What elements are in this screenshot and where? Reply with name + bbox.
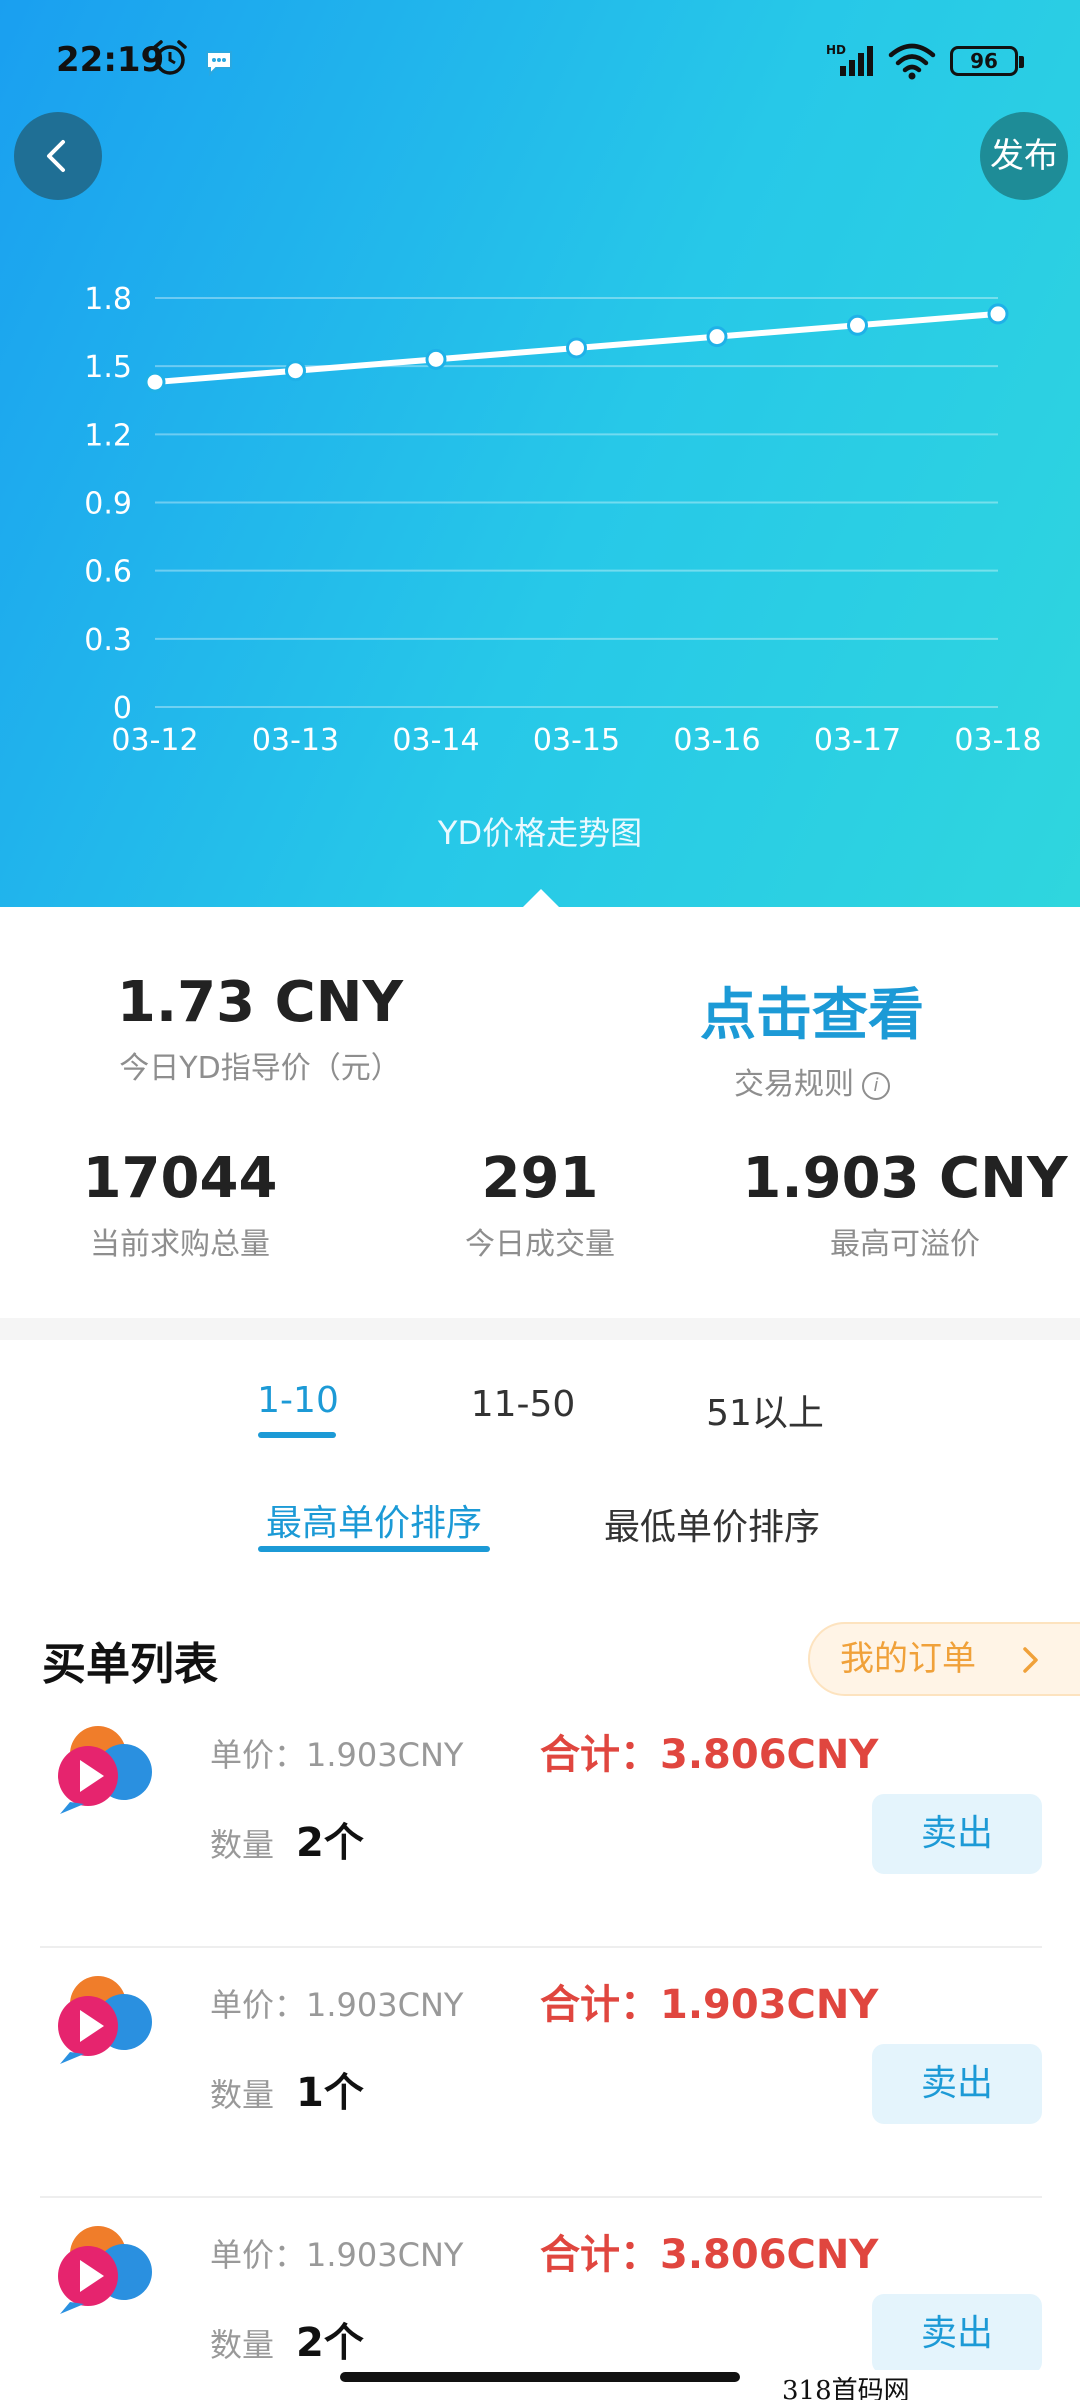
x-tick-label: 03-18: [954, 723, 1041, 758]
network-type-label: HD: [826, 43, 846, 57]
tab-sort-highest-price[interactable]: 最高单价排序: [254, 1494, 494, 1546]
home-indicator[interactable]: [340, 2372, 740, 2382]
order-total: 合计：1.903CNY: [540, 1982, 879, 2028]
y-tick-label: 1.8: [84, 282, 132, 317]
order-qty: 2个: [296, 1820, 364, 1866]
order-qty-label: 数量: [210, 2326, 275, 2364]
volume-label: 今日成交量: [465, 1227, 615, 1262]
alarm-icon: [153, 40, 187, 75]
demand-value: 17044: [82, 1146, 278, 1211]
order-qty: 2个: [296, 2320, 364, 2366]
chevron-left-icon: [47, 140, 65, 172]
buy-orders-title: 买单列表: [42, 1639, 218, 1690]
price-point: [706, 326, 728, 348]
price-point: [987, 303, 1009, 325]
price-trend-chart: 0 0.3 0.6 0.9 1.2 1.5 1.8 03-12 03-13 03-14 03-15…: [84, 282, 1041, 758]
order-total: 合计：3.806CNY: [540, 1732, 879, 1778]
price-point: [285, 360, 306, 382]
battery-indicator: 96: [950, 46, 1024, 76]
trade-rules-label: 交易规则: [734, 1067, 854, 1102]
x-tick-label: 03-16: [673, 723, 760, 758]
y-tick-label: 0: [113, 691, 132, 726]
order-unit-price: 单价：1.903CNY: [210, 1736, 464, 1774]
sell-button[interactable]: 卖出: [872, 1794, 1042, 1874]
publish-button[interactable]: 发布: [980, 112, 1068, 200]
price-point: [847, 314, 868, 336]
tab-sort-lowest-price[interactable]: 最低单价排序: [592, 1498, 832, 1550]
header-notch: [521, 889, 561, 909]
demand-stat: 17044 当前求购总量: [20, 1146, 340, 1263]
order-qty-label: 数量: [210, 1826, 275, 1864]
y-tick-label: 0.9: [84, 487, 132, 522]
trade-rules-stat[interactable]: 点击查看 交易规则 i: [612, 970, 1012, 1103]
order-unit-price: 单价：1.903CNY: [210, 2236, 464, 2274]
chart-series: [144, 303, 1009, 393]
message-notification-icon: [206, 51, 232, 76]
chart-title: YD价格走势图: [437, 814, 643, 852]
cellular-signal-icon: HD: [826, 43, 873, 76]
max-premium-value: 1.903 CNY: [742, 1146, 1068, 1211]
y-tick-label: 0.6: [84, 555, 132, 590]
x-tick-label: 03-15: [533, 723, 620, 758]
range-tab-indicator: [258, 1432, 336, 1438]
max-premium-stat: 1.903 CNY 最高可溢价: [740, 1146, 1070, 1263]
guide-price-label: 今日YD指导价（元）: [119, 1051, 401, 1086]
price-point: [566, 337, 587, 359]
x-tick-label: 03-14: [392, 723, 479, 758]
y-tick-label: 1.2: [84, 418, 132, 453]
order-item: 单价：1.903CNY 合计：1.903CNY 数量 1个 卖出: [40, 1948, 1042, 2198]
app-logo-icon: [58, 1976, 152, 2064]
price-point: [425, 348, 447, 370]
chevron-right-icon: [1023, 1647, 1038, 1673]
y-tick-label: 0.3: [84, 623, 132, 658]
max-premium-label: 最高可溢价: [830, 1227, 980, 1262]
volume-stat: 291 今日成交量: [380, 1146, 700, 1263]
sell-button[interactable]: 卖出: [872, 2294, 1042, 2374]
order-qty: 1个: [296, 2070, 364, 2116]
x-tick-label: 03-12: [111, 723, 198, 758]
tab-range-1-10[interactable]: 1-10: [238, 1380, 358, 1421]
guide-price-value: 1.73 CNY: [116, 970, 404, 1035]
order-total: 合计：3.806CNY: [540, 2232, 879, 2278]
x-tick-label: 03-17: [814, 723, 901, 758]
app-logo-icon: [58, 1726, 152, 1814]
back-button[interactable]: [14, 112, 102, 200]
section-divider: [0, 1318, 1080, 1340]
my-orders-label: 我的订单: [840, 1639, 976, 1679]
guide-price-stat: 1.73 CNY 今日YD指导价（元）: [60, 970, 460, 1087]
status-bar: 22:19 HD 96: [0, 0, 1080, 120]
watermark: 318首码网 www.E318.com: [776, 2370, 1080, 2400]
chart-y-axis: 0 0.3 0.6 0.9 1.2 1.5 1.8: [84, 282, 132, 726]
status-time: 22:19: [56, 40, 165, 80]
price-point: [144, 371, 166, 393]
info-icon[interactable]: i: [862, 1071, 890, 1100]
order-unit-price: 单价：1.903CNY: [210, 1986, 464, 2024]
demand-label: 当前求购总量: [90, 1227, 270, 1262]
order-qty-label: 数量: [210, 2076, 275, 2114]
tab-range-11-50[interactable]: 11-50: [458, 1384, 588, 1425]
y-tick-label: 1.5: [84, 350, 132, 385]
sort-tab-indicator: [258, 1546, 490, 1552]
chart-grid: [155, 297, 998, 708]
chart-x-axis: 03-12 03-13 03-14 03-15 03-16 03-17 03-18: [111, 723, 1041, 758]
tab-range-51-plus[interactable]: 51以上: [690, 1384, 840, 1436]
wifi-icon: [888, 43, 936, 80]
x-tick-label: 03-13: [252, 723, 339, 758]
my-orders-button[interactable]: 我的订单: [808, 1622, 1080, 1696]
view-rules-link[interactable]: 点击查看: [612, 970, 1012, 1051]
app-logo-icon: [58, 2226, 152, 2314]
volume-value: 291: [481, 1146, 599, 1211]
sell-button[interactable]: 卖出: [872, 2044, 1042, 2124]
order-item: 单价：1.903CNY 合计：3.806CNY 数量 2个 卖出: [40, 1698, 1042, 1948]
